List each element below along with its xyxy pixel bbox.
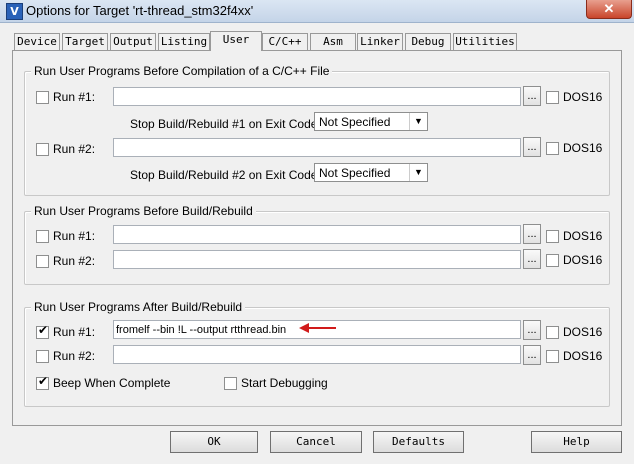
run2-before-build-dos16-checkbox[interactable] — [546, 254, 559, 267]
cancel-button[interactable]: Cancel — [270, 431, 362, 453]
run1-label: Run #1: — [53, 90, 96, 104]
stop2-exit-code-value: Not Specified — [319, 166, 391, 180]
run2-before-build-browse-button[interactable]: ... — [523, 249, 541, 269]
run2-label: Run #2: — [53, 142, 96, 156]
dos16-label: DOS16 — [563, 229, 603, 243]
run1-before-build-browse-button[interactable]: ... — [523, 224, 541, 244]
run1-compile-command-field[interactable] — [113, 87, 521, 106]
run2-label: Run #2: — [53, 349, 96, 363]
tab-debug[interactable]: Debug — [405, 33, 451, 50]
run2-after-build-checkbox[interactable] — [36, 350, 49, 363]
help-button[interactable]: Help — [531, 431, 622, 453]
tab-listing[interactable]: Listing — [158, 33, 210, 50]
run1-compile-dos16-checkbox[interactable] — [546, 91, 559, 104]
checkmark-icon: ✔ — [38, 374, 49, 388]
stop1-exit-code-select[interactable]: Not Specified ▼ — [314, 112, 428, 131]
tab-user[interactable]: User — [210, 31, 262, 51]
run2-after-build-command-field[interactable] — [113, 345, 521, 364]
checkmark-icon: ✔ — [38, 323, 49, 337]
chevron-down-icon: ▼ — [409, 164, 427, 181]
group-title: Run User Programs After Build/Rebuild — [31, 300, 246, 314]
tab-utilities[interactable]: Utilities — [453, 33, 517, 50]
run2-compile-dos16-checkbox[interactable] — [546, 142, 559, 155]
defaults-button[interactable]: Defaults — [373, 431, 464, 453]
chevron-down-icon: ▼ — [409, 113, 427, 130]
dos16-label: DOS16 — [563, 253, 603, 267]
group-before-build: Run User Programs Before Build/Rebuild — [24, 204, 610, 285]
start-debugging-label: Start Debugging — [241, 376, 328, 390]
tab-linker[interactable]: Linker — [357, 33, 403, 50]
run2-before-build-command-field[interactable] — [113, 250, 521, 269]
window-title: Options for Target 'rt-thread_stm32f4xx' — [26, 3, 254, 18]
tab-target[interactable]: Target — [62, 33, 108, 50]
stop1-exit-code-value: Not Specified — [319, 115, 391, 129]
dos16-label: DOS16 — [563, 90, 603, 104]
run1-after-build-command-field[interactable]: fromelf --bin !L --output rtthread.bin — [113, 320, 521, 339]
stop1-label: Stop Build/Rebuild #1 on Exit Code: — [130, 117, 321, 131]
beep-when-complete-checkbox[interactable]: ✔ — [36, 374, 49, 390]
ok-button[interactable]: OK — [170, 431, 258, 453]
run2-after-build-dos16-checkbox[interactable] — [546, 350, 559, 363]
run1-compile-checkbox[interactable] — [36, 91, 49, 104]
stop2-label: Stop Build/Rebuild #2 on Exit Code: — [130, 168, 321, 182]
stop2-exit-code-select[interactable]: Not Specified ▼ — [314, 163, 428, 182]
run2-label: Run #2: — [53, 254, 96, 268]
run2-compile-browse-button[interactable]: ... — [523, 137, 541, 157]
run1-before-build-dos16-checkbox[interactable] — [546, 230, 559, 243]
group-title: Run User Programs Before Build/Rebuild — [31, 204, 256, 218]
run2-compile-command-field[interactable] — [113, 138, 521, 157]
close-button[interactable]: ✕ — [586, 0, 632, 19]
tab-c-cpp[interactable]: C/C++ — [262, 33, 308, 50]
start-debugging-checkbox[interactable] — [224, 377, 237, 390]
annotation-arrow-line — [308, 327, 336, 329]
run1-before-build-checkbox[interactable] — [36, 230, 49, 243]
dos16-label: DOS16 — [563, 141, 603, 155]
run1-after-build-browse-button[interactable]: ... — [523, 320, 541, 340]
dos16-label: DOS16 — [563, 349, 603, 363]
group-title: Run User Programs Before Compilation of … — [31, 64, 333, 78]
tab-asm[interactable]: Asm — [310, 33, 356, 50]
beep-when-complete-label: Beep When Complete — [53, 376, 171, 390]
tab-device[interactable]: Device — [14, 33, 60, 50]
title-bar: V Options for Target 'rt-thread_stm32f4x… — [0, 0, 634, 23]
tab-output[interactable]: Output — [110, 33, 156, 50]
run1-after-build-dos16-checkbox[interactable] — [546, 326, 559, 339]
run2-after-build-browse-button[interactable]: ... — [523, 345, 541, 365]
run1-label: Run #1: — [53, 229, 96, 243]
run1-label: Run #1: — [53, 325, 96, 339]
dos16-label: DOS16 — [563, 325, 603, 339]
run1-after-build-checkbox[interactable]: ✔ — [36, 323, 49, 339]
app-icon: V — [6, 3, 23, 20]
run1-before-build-command-field[interactable] — [113, 225, 521, 244]
run1-compile-browse-button[interactable]: ... — [523, 86, 541, 106]
run2-before-build-checkbox[interactable] — [36, 255, 49, 268]
run2-compile-checkbox[interactable] — [36, 143, 49, 156]
